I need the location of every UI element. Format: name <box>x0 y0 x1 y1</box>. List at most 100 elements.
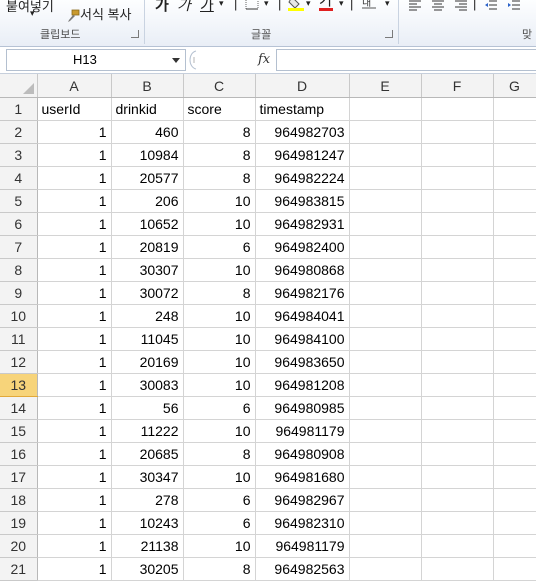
cell-g[interactable] <box>493 281 536 305</box>
cell-g[interactable] <box>493 534 536 558</box>
cell-e[interactable] <box>349 166 422 190</box>
cell-b[interactable]: 30347 <box>111 465 184 489</box>
paste-dropdown-icon[interactable]: ▾ <box>30 8 35 19</box>
phonetic-dropdown-icon[interactable]: ▾ <box>385 0 390 9</box>
cell-e[interactable] <box>349 396 422 420</box>
cell-e[interactable] <box>349 350 422 374</box>
name-box-dropdown-icon[interactable] <box>172 58 180 63</box>
row-header[interactable]: 14 <box>0 396 38 420</box>
cell-f[interactable] <box>421 97 494 121</box>
format-painter-button[interactable]: 서식 복사 <box>66 4 131 23</box>
cell-d[interactable]: 964980908 <box>255 442 350 466</box>
row-header[interactable]: 8 <box>0 258 38 282</box>
cell-g[interactable] <box>493 258 536 282</box>
cell-b[interactable]: 30307 <box>111 258 184 282</box>
cell-c[interactable]: 6 <box>183 235 256 259</box>
select-all-corner[interactable] <box>0 74 38 98</box>
cell-d[interactable]: 964983650 <box>255 350 350 374</box>
cell-d[interactable]: timestamp <box>255 97 350 121</box>
cell-d[interactable]: 964982931 <box>255 212 350 236</box>
cell-f[interactable] <box>421 488 494 512</box>
cell-d[interactable]: 964982703 <box>255 120 350 144</box>
clipboard-launcher-icon[interactable] <box>131 30 139 38</box>
row-header[interactable]: 6 <box>0 212 38 236</box>
cell-f[interactable] <box>421 350 494 374</box>
cell-e[interactable] <box>349 373 422 397</box>
cell-f[interactable] <box>421 419 494 443</box>
cell-d[interactable]: 964982224 <box>255 166 350 190</box>
cell-f[interactable] <box>421 166 494 190</box>
cell-d[interactable]: 964980868 <box>255 258 350 282</box>
cell-b[interactable]: 10984 <box>111 143 184 167</box>
cell-f[interactable] <box>421 557 494 581</box>
cell-a[interactable]: 1 <box>37 419 112 443</box>
decrease-indent-button[interactable] <box>484 0 498 11</box>
cell-e[interactable] <box>349 304 422 328</box>
cell-e[interactable] <box>349 189 422 213</box>
cell-e[interactable] <box>349 419 422 443</box>
cell-a[interactable]: 1 <box>37 327 112 351</box>
cell-g[interactable] <box>493 465 536 489</box>
cell-c[interactable]: 6 <box>183 396 256 420</box>
insert-function-button[interactable]: fx <box>258 52 270 67</box>
cell-c[interactable]: 8 <box>183 281 256 305</box>
cell-g[interactable] <box>493 212 536 236</box>
column-header-a[interactable]: A <box>37 74 112 98</box>
row-header[interactable]: 15 <box>0 419 38 443</box>
cell-e[interactable] <box>349 511 422 535</box>
cell-f[interactable] <box>421 465 494 489</box>
row-header[interactable]: 19 <box>0 511 38 535</box>
name-box[interactable]: H13 <box>6 49 186 71</box>
cell-d[interactable]: 964982400 <box>255 235 350 259</box>
cell-e[interactable] <box>349 327 422 351</box>
cell-c[interactable]: 10 <box>183 212 256 236</box>
cell-c[interactable]: score <box>183 97 256 121</box>
cell-b[interactable]: drinkid <box>111 97 184 121</box>
cell-g[interactable] <box>493 120 536 144</box>
cell-c[interactable]: 8 <box>183 166 256 190</box>
cell-e[interactable] <box>349 235 422 259</box>
cell-d[interactable]: 964981680 <box>255 465 350 489</box>
cell-d[interactable]: 964980985 <box>255 396 350 420</box>
cell-b[interactable]: 11222 <box>111 419 184 443</box>
cell-f[interactable] <box>421 327 494 351</box>
cell-c[interactable]: 6 <box>183 488 256 512</box>
cell-a[interactable]: 1 <box>37 212 112 236</box>
cell-g[interactable] <box>493 189 536 213</box>
row-header[interactable]: 4 <box>0 166 38 190</box>
cell-f[interactable] <box>421 373 494 397</box>
cell-c[interactable]: 10 <box>183 350 256 374</box>
row-header[interactable]: 13 <box>0 373 38 397</box>
cell-g[interactable] <box>493 304 536 328</box>
cell-g[interactable] <box>493 235 536 259</box>
bold-button[interactable]: 가 <box>155 0 169 15</box>
cell-f[interactable] <box>421 304 494 328</box>
cell-a[interactable]: 1 <box>37 465 112 489</box>
cell-a[interactable]: 1 <box>37 235 112 259</box>
row-header[interactable]: 21 <box>0 557 38 581</box>
row-header[interactable]: 16 <box>0 442 38 466</box>
column-header-e[interactable]: E <box>349 74 422 98</box>
phonetic-button[interactable]: 내 <box>361 0 377 10</box>
cell-g[interactable] <box>493 373 536 397</box>
cell-c[interactable]: 10 <box>183 373 256 397</box>
cell-e[interactable] <box>349 557 422 581</box>
font-color-button[interactable]: 가 <box>319 0 333 11</box>
fill-dropdown-icon[interactable]: ▾ <box>306 0 311 9</box>
cell-b[interactable]: 20169 <box>111 350 184 374</box>
cell-g[interactable] <box>493 396 536 420</box>
cell-e[interactable] <box>349 120 422 144</box>
font-color-dropdown-icon[interactable]: ▾ <box>339 0 344 9</box>
cell-g[interactable] <box>493 442 536 466</box>
cell-c[interactable]: 10 <box>183 258 256 282</box>
cell-a[interactable]: 1 <box>37 442 112 466</box>
cell-b[interactable]: 460 <box>111 120 184 144</box>
formula-bar-handle-icon[interactable] <box>184 50 200 70</box>
cell-g[interactable] <box>493 97 536 121</box>
cell-f[interactable] <box>421 442 494 466</box>
cell-c[interactable]: 10 <box>183 189 256 213</box>
cell-d[interactable]: 964981179 <box>255 419 350 443</box>
row-header[interactable]: 9 <box>0 281 38 305</box>
cell-f[interactable] <box>421 281 494 305</box>
cell-a[interactable]: 1 <box>37 304 112 328</box>
